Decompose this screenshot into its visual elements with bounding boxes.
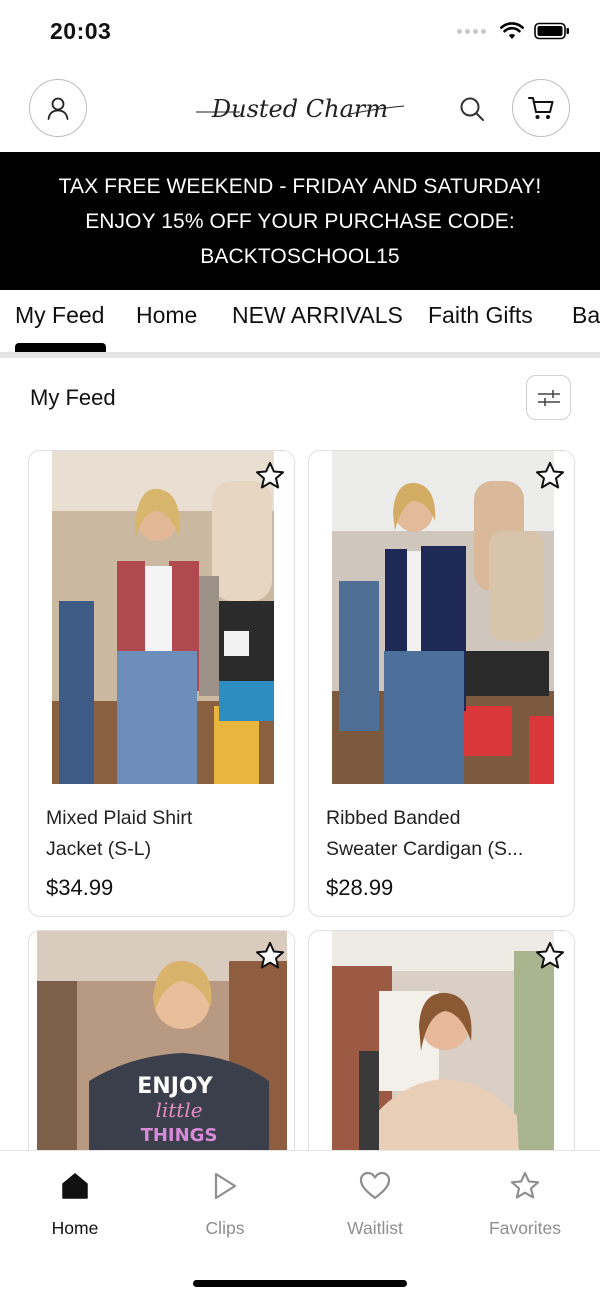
favorite-toggle[interactable] (253, 939, 287, 973)
tabs-divider (0, 352, 600, 358)
star-outline-icon (255, 461, 285, 489)
category-tabs: My Feed Home NEW ARRIVALS Faith Gifts Ba (0, 290, 600, 352)
search-icon (460, 97, 484, 121)
product-card[interactable]: Mixed Plaid Shirt Jacket (S-L) $34.99 (28, 450, 295, 917)
nav-favorites[interactable]: Favorites (470, 1169, 580, 1239)
product-image[interactable] (309, 451, 574, 784)
tab-my-feed[interactable]: My Feed (15, 302, 104, 329)
home-icon (62, 1173, 88, 1199)
promo-line-3: BACKTOSCHOOL15 (200, 244, 400, 268)
account-button[interactable] (29, 79, 87, 137)
star-outline-icon (535, 461, 565, 489)
product-name-line-1: Ribbed Banded (326, 807, 461, 829)
product-price: $28.99 (326, 875, 394, 900)
logo-wordmark: Dusted Charm (211, 95, 388, 123)
status-bar: 20:03 (0, 0, 600, 66)
heart-icon (359, 1171, 391, 1200)
nav-favorites-label: Favorites (489, 1218, 561, 1238)
wifi-icon (500, 22, 524, 39)
feed-title: My Feed (30, 385, 116, 410)
signal-dots-icon (457, 28, 486, 34)
bottom-nav: Home Clips Waitlist Favorites (0, 1150, 600, 1299)
brand-logo[interactable]: Dusted Charm (190, 84, 410, 134)
product-name: Ribbed Banded Sweater Cardigan (S... (326, 803, 561, 865)
user-icon (47, 97, 69, 120)
product-image[interactable] (29, 451, 294, 784)
cart-icon (528, 97, 554, 119)
product-price: $34.99 (46, 875, 114, 900)
shirt-print-line-1: ENJOY (137, 1074, 214, 1099)
tab-partial[interactable]: Ba (572, 302, 600, 329)
nav-home[interactable]: Home (20, 1169, 130, 1239)
cart-button[interactable] (512, 79, 570, 137)
nav-clips[interactable]: Clips (170, 1169, 280, 1239)
promo-line-2: ENJOY 15% OFF YOUR PURCHASE CODE: (85, 209, 515, 233)
promo-line-1: TAX FREE WEEKEND - FRIDAY AND SATURDAY! (58, 174, 542, 198)
home-indicator (193, 1280, 407, 1287)
star-outline-icon (535, 941, 565, 969)
nav-waitlist[interactable]: Waitlist (320, 1169, 430, 1239)
status-time: 20:03 (50, 18, 112, 44)
play-icon (214, 1172, 237, 1200)
nav-home-label: Home (51, 1218, 99, 1238)
favorite-toggle[interactable] (533, 939, 567, 973)
star-icon (510, 1171, 540, 1199)
promo-banner[interactable]: TAX FREE WEEKEND - FRIDAY AND SATURDAY! … (0, 152, 600, 290)
star-outline-icon (255, 941, 285, 969)
product-name-line-1: Mixed Plaid Shirt (46, 807, 193, 829)
active-tab-indicator (15, 343, 106, 352)
tab-faith-gifts[interactable]: Faith Gifts (428, 302, 533, 329)
battery-icon (534, 22, 569, 40)
sliders-icon (537, 389, 560, 406)
product-card[interactable]: Ribbed Banded Sweater Cardigan (S... $28… (308, 450, 575, 917)
tab-home[interactable]: Home (136, 302, 197, 329)
shirt-print-line-2: little (155, 1098, 202, 1122)
favorite-toggle[interactable] (533, 459, 567, 493)
product-name-line-2: Sweater Cardigan (S... (326, 838, 524, 860)
search-button[interactable] (455, 92, 489, 126)
status-icons (457, 22, 570, 40)
nav-waitlist-label: Waitlist (347, 1218, 403, 1238)
filter-button[interactable] (526, 375, 571, 420)
app-header: Dusted Charm (0, 66, 600, 152)
product-name: Mixed Plaid Shirt Jacket (S-L) (46, 803, 281, 865)
shirt-print-line-3: THINGS (141, 1125, 218, 1146)
favorite-toggle[interactable] (253, 459, 287, 493)
product-name-line-2: Jacket (S-L) (46, 838, 152, 860)
tab-new-arrivals[interactable]: NEW ARRIVALS (232, 302, 403, 329)
nav-clips-label: Clips (205, 1218, 245, 1238)
